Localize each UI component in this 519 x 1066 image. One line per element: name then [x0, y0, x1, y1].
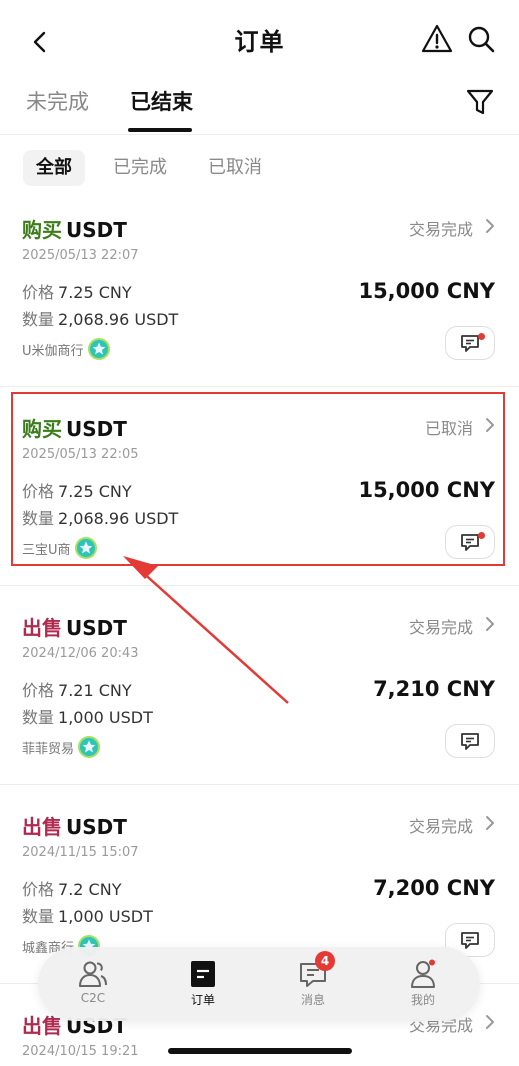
merchant-name[interactable]: U米伽商行 [22, 338, 110, 360]
chevron-right-icon[interactable] [483, 216, 497, 236]
order-card[interactable]: 出售 USDT 2024/12/06 20:43 交易完成 价格 7.21 CNY … [0, 600, 519, 798]
nav-item-profile[interactable]: 我的 [368, 947, 478, 1021]
card-divider [0, 386, 519, 387]
price-value: 7.21 CNY [58, 681, 132, 700]
filter-icon[interactable] [464, 86, 496, 118]
chevron-right-icon[interactable] [483, 813, 497, 833]
merchant-name[interactable]: 菲菲贸易 [22, 736, 101, 758]
nav-label: C2C [80, 991, 106, 1005]
quantity-value: 1,000 USDT [58, 708, 153, 727]
order-total: 7,210 CNY [373, 677, 495, 701]
unread-dot [478, 333, 485, 340]
tab-finished[interactable]: 已结束 [130, 86, 193, 116]
verified-badge-icon [87, 338, 110, 360]
quantity-value: 1,000 USDT [58, 907, 153, 926]
price-value: 7.25 CNY [58, 283, 132, 302]
order-icon [187, 959, 219, 989]
price-row: 价格 7.2 CNY [22, 880, 122, 899]
bottom-nav: C2C 订单 4 消息 我的 [38, 947, 480, 1021]
card-divider [0, 585, 519, 586]
people-icon [77, 959, 109, 989]
order-status: 交易完成 [408, 817, 473, 836]
nav-label: 消息 [300, 993, 325, 1007]
notification-badge: 4 [315, 951, 335, 971]
order-date: 2024/12/06 20:43 [22, 646, 139, 661]
verified-badge-icon [78, 736, 101, 758]
quantity-row: 数量 1,000 USDT [22, 708, 153, 727]
nav-label: 我的 [410, 993, 435, 1007]
nav-label: 订单 [190, 993, 215, 1007]
home-indicator [168, 1048, 352, 1054]
quantity-row: 数量 1,000 USDT [22, 907, 153, 926]
order-date: 2025/05/13 22:07 [22, 248, 139, 263]
message-icon: 4 [297, 951, 335, 989]
price-value: 7.2 CNY [58, 880, 122, 899]
order-asset: USDT [66, 616, 127, 640]
order-card[interactable]: 购买 USDT 2025/05/13 22:07 交易完成 价格 7.25 CNY … [0, 202, 519, 400]
order-date: 2024/11/15 15:07 [22, 845, 139, 860]
tab-active-indicator [128, 128, 192, 132]
quantity-value: 2,068.96 USDT [58, 310, 179, 329]
order-status: 交易完成 [408, 618, 473, 637]
price-row: 价格 7.25 CNY [22, 283, 132, 302]
tabs-divider [0, 134, 519, 135]
profile-icon [407, 959, 439, 989]
card-divider [0, 784, 519, 785]
chat-button[interactable] [445, 724, 495, 758]
chat-icon [461, 733, 479, 750]
order-side: 出售 USDT [22, 815, 127, 839]
highlight-box [11, 392, 505, 566]
nav-item-c2c[interactable]: C2C [38, 947, 148, 1021]
price-row: 价格 7.21 CNY [22, 681, 132, 700]
chip-cancelled[interactable]: 已取消 [195, 150, 275, 186]
chevron-right-icon[interactable] [483, 1012, 497, 1032]
chip-all[interactable]: 全部 [23, 150, 85, 186]
chevron-right-icon[interactable] [483, 614, 497, 634]
warning-icon[interactable] [420, 22, 454, 56]
nav-item-messages[interactable]: 4 消息 [258, 947, 368, 1021]
order-total: 15,000 CNY [358, 279, 495, 303]
order-total: 7,200 CNY [373, 876, 495, 900]
order-date: 2024/10/15 19:21 [22, 1044, 139, 1059]
tab-unfinished[interactable]: 未完成 [26, 86, 89, 116]
order-side: 购买 USDT [22, 218, 127, 242]
order-status: 交易完成 [408, 220, 473, 239]
chip-completed[interactable]: 已完成 [100, 150, 180, 186]
order-asset: USDT [66, 815, 127, 839]
nav-item-orders[interactable]: 订单 [148, 947, 258, 1021]
order-asset: USDT [66, 218, 127, 242]
chat-button[interactable] [445, 326, 495, 360]
search-icon[interactable] [464, 22, 498, 56]
quantity-row: 数量 2,068.96 USDT [22, 310, 179, 329]
order-side: 出售 USDT [22, 616, 127, 640]
